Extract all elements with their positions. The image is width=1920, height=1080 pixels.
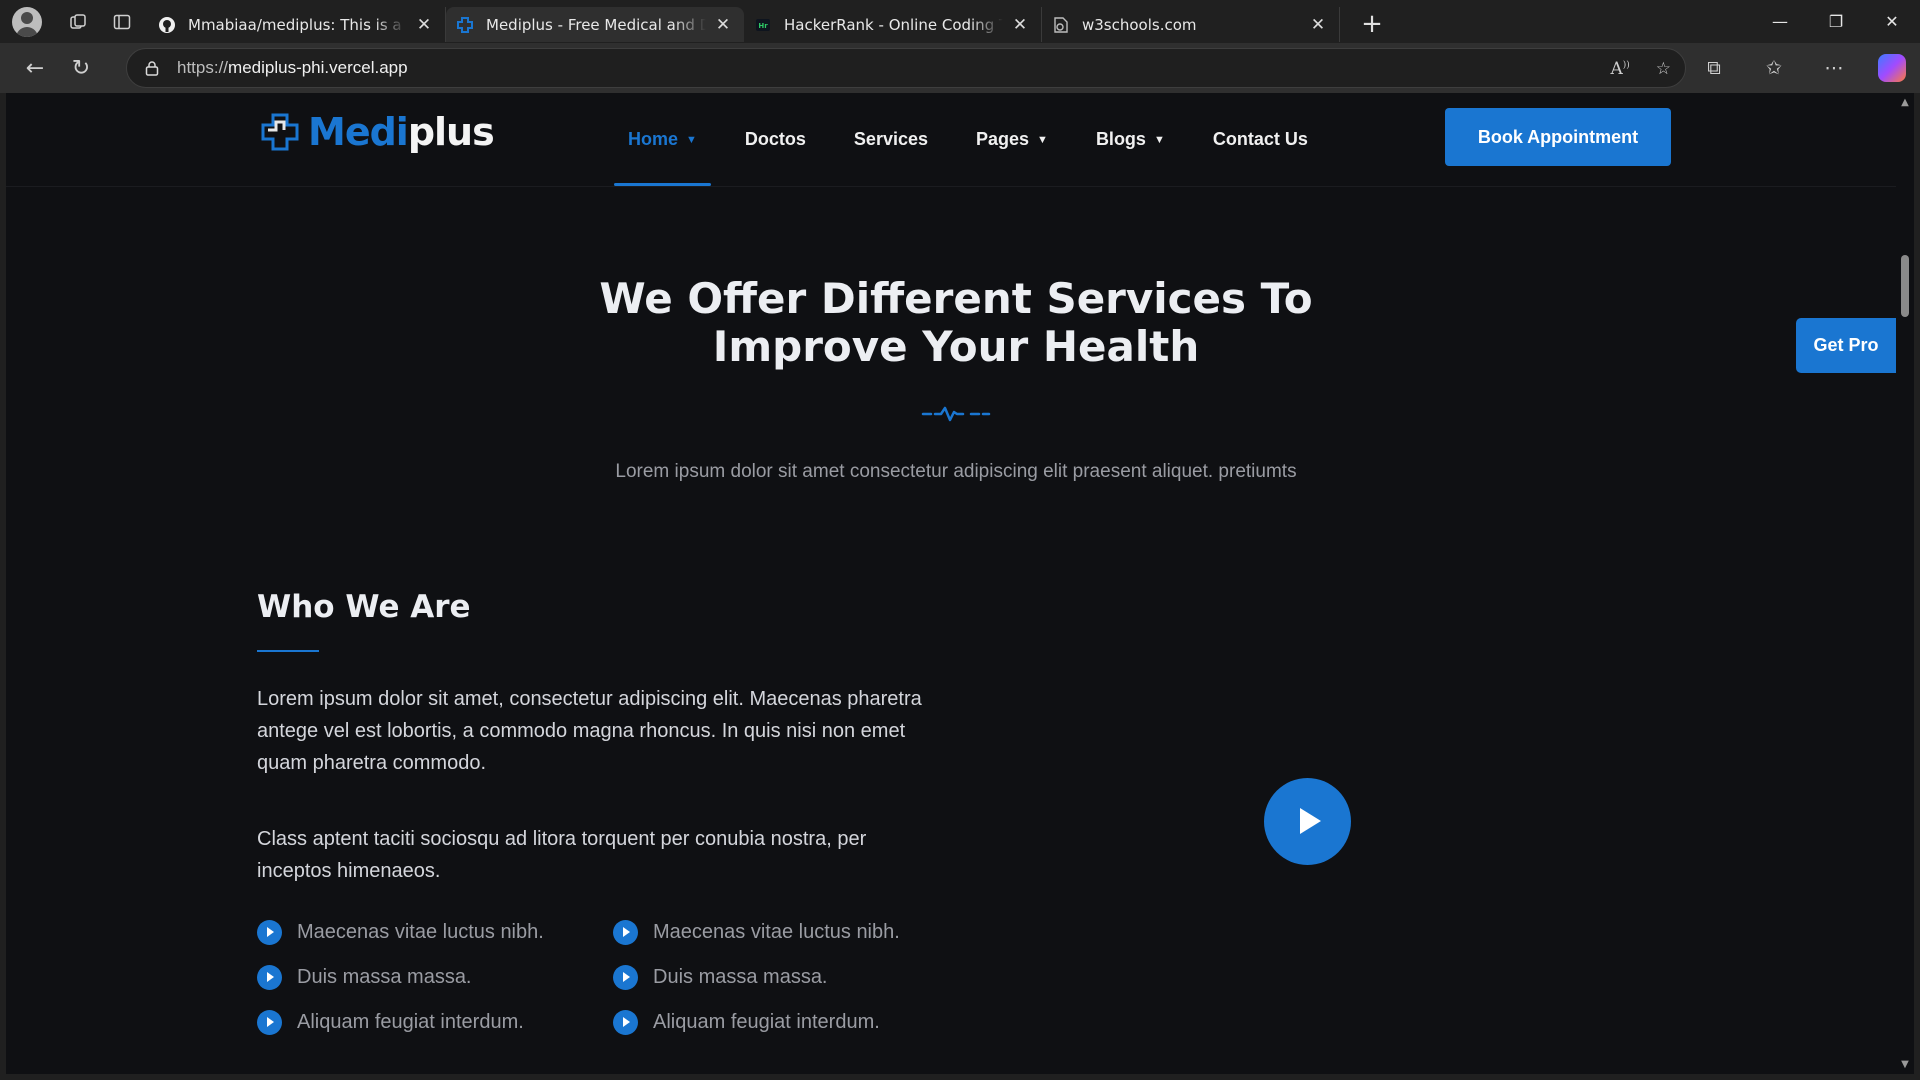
play-bullet-icon — [257, 964, 282, 990]
mediplus-icon — [456, 16, 474, 34]
new-tab-icon[interactable]: + — [1350, 6, 1394, 41]
minimize-icon[interactable]: — — [1752, 0, 1808, 43]
nav-label: Services — [853, 129, 928, 149]
extensions-icon[interactable]: ⧉ — [1684, 57, 1744, 79]
browser-toolbar: ← ↻ https://mediplus-phi.vercel.app A)) … — [0, 43, 1920, 93]
close-tab-icon[interactable]: ✕ — [1009, 14, 1031, 36]
profile-avatar-icon[interactable] — [12, 6, 42, 37]
mediplus-logo-icon — [260, 112, 300, 152]
lock-icon[interactable] — [127, 60, 177, 76]
list-item-text: Duis massa massa. — [653, 965, 828, 988]
list-item: Aliquam feugiat interdum. — [257, 1009, 544, 1035]
nav-label: Pages — [976, 129, 1030, 149]
who-paragraph-1: Lorem ipsum dolor sit amet, consectetur … — [257, 688, 922, 774]
browser-tab-strip: Mmabiaa/mediplus: This is a simple ✕ Med… — [0, 0, 1920, 43]
get-pro-button[interactable]: Get Pro — [1796, 318, 1896, 373]
nav-item-home[interactable]: Home ▼ — [614, 93, 711, 186]
github-icon — [158, 16, 176, 34]
nav-item-pages[interactable]: Pages ▼ — [962, 93, 1062, 186]
who-we-are-title: Who We Are — [257, 589, 471, 625]
address-bar[interactable]: https://mediplus-phi.vercel.app A)) ☆ — [126, 48, 1686, 88]
tab-title: Mediplus - Free Medical and Doctor — [486, 15, 706, 34]
list-item-text: Maecenas vitae luctus nibh. — [653, 920, 900, 943]
close-tab-icon[interactable]: ✕ — [1307, 14, 1329, 36]
logo-text-suffix: plus — [407, 110, 495, 154]
heartbeat-divider-icon — [921, 401, 991, 427]
chevron-down-icon: ▼ — [686, 133, 697, 146]
page-scrollbar[interactable]: ▲ ▼ — [1896, 93, 1914, 1074]
close-tab-icon[interactable]: ✕ — [712, 14, 734, 36]
site-logo[interactable]: Mediplus — [260, 110, 495, 154]
nav-item-blogs[interactable]: Blogs ▼ — [1082, 93, 1179, 186]
list-item: Maecenas vitae luctus nibh. — [613, 919, 900, 945]
list-item: Maecenas vitae luctus nibh. — [257, 919, 544, 945]
logo-text: Mediplus — [308, 110, 495, 154]
url-host: mediplus-phi.vercel.app — [228, 58, 408, 77]
restore-icon[interactable]: ❐ — [1808, 0, 1864, 43]
play-bullet-icon — [613, 919, 638, 945]
who-paragraph-2: Class aptent taciti sociosqu ad litora t… — [257, 828, 867, 882]
play-bullet-icon — [613, 964, 638, 990]
page-viewport: Mediplus Home ▼ Doctos Services Pages ▼ Bl… — [6, 93, 1896, 1074]
list-item-text: Duis massa massa. — [297, 965, 472, 988]
workspaces-icon[interactable] — [56, 0, 100, 43]
w3schools-icon — [1052, 16, 1070, 34]
tab-title: Mmabiaa/mediplus: This is a simple — [188, 15, 407, 34]
hackerrank-icon: Hr — [754, 16, 772, 34]
nav-label: Contact Us — [1212, 129, 1308, 149]
nav-item-contact-us[interactable]: Contact Us — [1199, 93, 1322, 186]
site-header: Mediplus Home ▼ Doctos Services Pages ▼ Bl… — [6, 93, 1896, 186]
copilot-icon[interactable] — [1878, 54, 1906, 82]
browser-tab[interactable]: Mmabiaa/mediplus: This is a simple ✕ — [148, 7, 446, 42]
play-bullet-icon — [257, 919, 282, 945]
nav-label: Home — [628, 129, 679, 149]
play-bullet-icon — [613, 1009, 638, 1035]
main-nav: Home ▼ Doctos Services Pages ▼ Blogs ▼ Cont… — [614, 93, 1342, 186]
services-section-title: We Offer Different Services To Improve Y… — [599, 274, 1313, 371]
window-controls: — ❐ ✕ — [1752, 0, 1920, 43]
scroll-down-arrow-icon[interactable]: ▼ — [1899, 1059, 1911, 1070]
scroll-up-arrow-icon[interactable]: ▲ — [1899, 97, 1911, 108]
play-bullet-icon — [257, 1009, 282, 1035]
chevron-down-icon: ▼ — [1037, 133, 1048, 146]
refresh-icon[interactable]: ↻ — [58, 48, 104, 88]
video-play-button[interactable] — [1264, 778, 1351, 865]
list-item: Duis massa massa. — [257, 964, 544, 990]
list-item: Aliquam feugiat interdum. — [613, 1009, 900, 1035]
close-tab-icon[interactable]: ✕ — [413, 14, 435, 36]
read-aloud-icon[interactable]: A)) — [1610, 59, 1629, 79]
list-item-text: Aliquam feugiat interdum. — [297, 1010, 524, 1033]
url-text: https://mediplus-phi.vercel.app — [177, 58, 408, 78]
more-menu-icon[interactable]: ⋯ — [1804, 57, 1864, 79]
scrollbar-thumb[interactable] — [1901, 255, 1909, 317]
url-scheme: https:// — [177, 58, 229, 77]
list-item-text: Maecenas vitae luctus nibh. — [297, 920, 544, 943]
title-underline — [257, 650, 319, 652]
feature-list-right: Maecenas vitae luctus nibh. Duis massa m… — [613, 919, 900, 1035]
back-arrow-icon[interactable]: ← — [12, 48, 58, 88]
feature-list-left: Maecenas vitae luctus nibh. Duis massa m… — [257, 919, 544, 1035]
tab-title: w3schools.com — [1082, 15, 1197, 34]
list-item-text: Aliquam feugiat interdum. — [653, 1010, 880, 1033]
nav-label: Blogs — [1095, 129, 1146, 149]
nav-item-doctos[interactable]: Doctos — [731, 93, 820, 186]
close-window-icon[interactable]: ✕ — [1864, 0, 1920, 43]
services-section-subtitle: Lorem ipsum dolor sit amet consectetur a… — [615, 461, 1297, 482]
list-item: Duis massa massa. — [613, 964, 900, 990]
browser-tab-active[interactable]: Mediplus - Free Medical and Doctor ✕ — [446, 7, 744, 42]
favorites-icon[interactable]: ✩ — [1744, 57, 1804, 79]
svg-text:Hr: Hr — [758, 22, 768, 30]
window-bottom-border — [0, 1074, 1920, 1080]
logo-text-prefix: Medi — [308, 110, 409, 154]
browser-tab[interactable]: w3schools.com ✕ — [1042, 7, 1340, 42]
vertical-tabs-icon[interactable] — [100, 0, 144, 43]
nav-label: Doctos — [744, 129, 806, 149]
book-appointment-button[interactable]: Book Appointment — [1445, 108, 1671, 166]
chevron-down-icon: ▼ — [1153, 133, 1165, 146]
browser-tab[interactable]: Hr HackerRank - Online Coding Tests ✕ — [744, 7, 1042, 42]
nav-item-services[interactable]: Services — [840, 93, 942, 186]
tab-title: HackerRank - Online Coding Tests — [784, 15, 1003, 34]
favorite-star-icon[interactable]: ☆ — [1656, 59, 1671, 79]
